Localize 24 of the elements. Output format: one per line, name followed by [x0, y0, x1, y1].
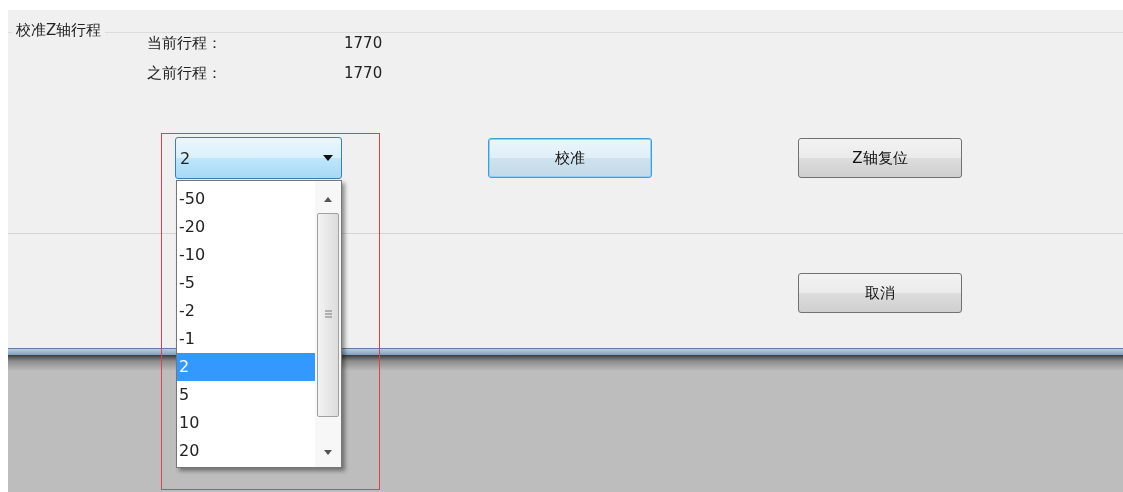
dropdown-option[interactable]: -5 — [177, 269, 315, 297]
dropdown-option[interactable]: -20 — [177, 213, 315, 241]
group-title: 校准Z轴行程 — [12, 21, 106, 40]
reading-value: 1770 — [344, 33, 384, 53]
action-button[interactable]: 校准 — [488, 138, 652, 178]
dropdown-option[interactable]: -1 — [177, 325, 315, 353]
caret-icon — [323, 155, 333, 161]
reading-label: 当前行程： — [147, 33, 223, 53]
cancel-button[interactable]: 取消 — [798, 273, 962, 313]
action-button[interactable]: Z轴复位 — [798, 138, 962, 178]
dropdown-option[interactable]: -10 — [177, 241, 315, 269]
dropdown-option[interactable]: -50 — [177, 185, 315, 213]
step-dropdown[interactable]: 2 — [175, 137, 342, 179]
dropdown-option[interactable]: -2 — [177, 297, 315, 325]
scroll-up-icon[interactable] — [324, 197, 332, 202]
dropdown-option[interactable]: 5 — [177, 381, 315, 409]
dropdown-option[interactable]: 10 — [177, 409, 315, 437]
reading-value: 1770 — [344, 63, 384, 83]
scrollbar[interactable] — [315, 181, 341, 467]
scroll-down-icon[interactable] — [324, 450, 332, 455]
scroll-thumb[interactable] — [317, 213, 339, 417]
grip-icon — [325, 310, 332, 318]
dropdown-option[interactable]: 20 — [177, 437, 315, 465]
reading-label: 之前行程： — [147, 63, 223, 83]
